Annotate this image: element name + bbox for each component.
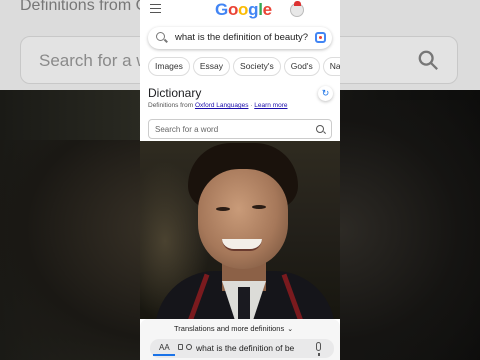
- learn-more-link[interactable]: Learn more: [254, 102, 287, 109]
- address-bar[interactable]: AA what is the definition of be: [150, 339, 334, 358]
- chevron-down-icon: ⌄: [287, 326, 294, 333]
- word-search-field[interactable]: Search for a word: [148, 119, 332, 139]
- menu-icon[interactable]: [150, 4, 161, 13]
- video-smile: [222, 239, 262, 251]
- dictionary-source: Definitions from Oxford Languages · Lear…: [148, 102, 288, 109]
- search-bar[interactable]: what is the definition of beauty?: [148, 27, 332, 49]
- lock-icon: [178, 344, 183, 350]
- chip-images[interactable]: Images: [148, 57, 190, 76]
- google-logo-letter: G: [215, 0, 228, 19]
- video-eye-left: [216, 207, 230, 211]
- google-logo-letter: o: [238, 0, 249, 19]
- chip-essay[interactable]: Essay: [192, 57, 231, 76]
- avatar[interactable]: [290, 1, 304, 17]
- background-figure-right: [340, 100, 480, 360]
- dictionary-separator: ·: [250, 102, 253, 109]
- background-figure-left: [0, 140, 140, 360]
- search-icon: [156, 32, 165, 41]
- video-overlay: [140, 141, 340, 319]
- video-tie: [238, 287, 250, 319]
- chip-societys[interactable]: Society's: [233, 57, 281, 76]
- top-bar: Google: [140, 0, 340, 22]
- video-face: [198, 169, 288, 269]
- dictionary-title: Dictionary: [148, 86, 202, 100]
- google-logo[interactable]: Google: [215, 0, 272, 20]
- phone-screen: Google what is the definition of beauty?…: [140, 0, 340, 360]
- translations-toggle[interactable]: Translations and more definitions ⌄: [174, 324, 293, 333]
- chip-gods[interactable]: God's: [283, 57, 320, 76]
- google-logo-letter: o: [227, 0, 239, 19]
- google-logo-letter: e: [262, 0, 272, 19]
- address-search-icon: [186, 344, 192, 350]
- dictionary-source-prefix: Definitions from: [148, 102, 194, 109]
- video-eye-right: [252, 205, 266, 209]
- word-search-placeholder: Search for a word: [155, 125, 219, 134]
- search-input[interactable]: what is the definition of beauty?: [175, 32, 308, 43]
- refresh-icon[interactable]: ↻: [318, 86, 333, 101]
- mic-icon[interactable]: [316, 342, 321, 356]
- google-logo-letter: g: [248, 0, 259, 19]
- suggestion-chips: ImagesEssaySociety'sGod'sNatural: [148, 56, 340, 76]
- bottom-sheet: Translations and more definitions ⌄ AA wh…: [140, 319, 340, 360]
- word-search-icon[interactable]: [316, 125, 324, 133]
- translations-label: Translations and more definitions: [174, 324, 285, 333]
- oxford-languages-link[interactable]: Oxford Languages: [195, 102, 248, 109]
- text-size-underline: [153, 354, 175, 356]
- text-size-button[interactable]: AA: [159, 343, 170, 352]
- address-input[interactable]: what is the definition of be: [196, 343, 316, 353]
- lens-icon[interactable]: [315, 32, 326, 43]
- chip-natural[interactable]: Natural: [322, 57, 340, 76]
- background-search-icon: [418, 50, 438, 70]
